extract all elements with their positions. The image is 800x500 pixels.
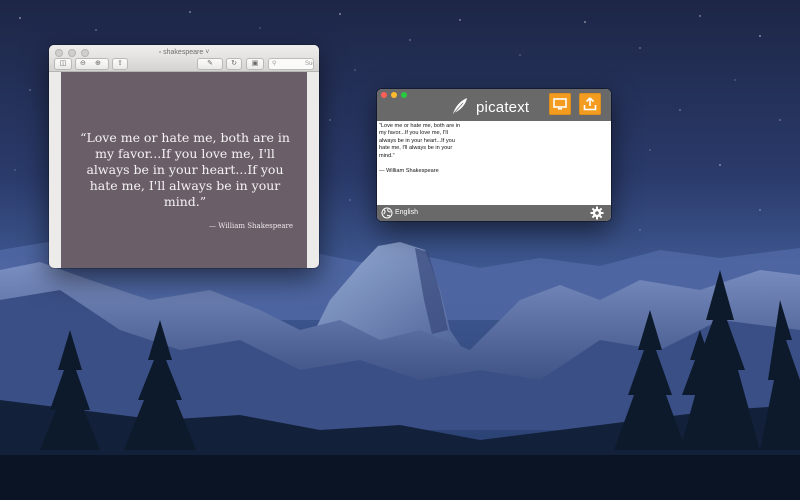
toolbox-button[interactable]: ▣ — [246, 58, 264, 70]
quote-line: always be in your heart...If you — [86, 162, 284, 177]
toolbox-icon: ▣ — [251, 60, 259, 67]
preview-window: ▫ shakespeare ˅ ◫ ⊖ ⊕ ⇧ ✎ ↻ ▣ ⚲ Suchen — [49, 45, 319, 268]
zoom-controls: ⊖ ⊕ — [75, 58, 109, 70]
picatext-header: picatext — [377, 89, 611, 121]
preview-window-title: ▫ shakespeare ˅ — [158, 49, 210, 56]
share-upload-icon — [583, 97, 597, 111]
pen-icon: ✎ — [207, 60, 213, 67]
search-field[interactable]: ⚲ Suchen — [268, 58, 314, 70]
display-button[interactable] — [549, 93, 571, 115]
text-signature: — William Shakespeare — [379, 168, 439, 175]
close-button[interactable] — [381, 92, 387, 98]
chevron-down-icon[interactable]: ˅ — [205, 49, 209, 56]
share-button[interactable]: ⇧ — [112, 58, 128, 70]
preview-toolbar: ◫ ⊖ ⊕ ⇧ ✎ ↻ ▣ ⚲ Suchen — [49, 57, 319, 72]
share-icon: ⇧ — [117, 60, 123, 67]
picatext-footer: English — [377, 205, 611, 221]
text-line: “Love me or hate me, both are in — [379, 123, 461, 129]
text-line: always be in your heart...If you — [379, 137, 455, 144]
picatext-window: picatext “Love me or hate me, both are i… — [377, 89, 611, 221]
monitor-icon — [553, 98, 567, 110]
gear-icon[interactable] — [590, 206, 604, 220]
minimize-button[interactable] — [391, 92, 397, 98]
zoom-out-icon[interactable]: ⊖ — [80, 59, 86, 69]
export-button[interactable] — [579, 93, 601, 115]
markup-button[interactable]: ✎ — [197, 58, 223, 70]
text-line: mind.” — [379, 152, 395, 159]
text-line: hate me, I'll always be in your — [379, 145, 453, 152]
app-name: picatext — [476, 99, 530, 116]
zoom-button[interactable] — [401, 92, 407, 98]
quote-line: mind.” — [163, 194, 207, 209]
sidebar-icon: ◫ — [59, 60, 67, 67]
sidebar-view-button[interactable]: ◫ — [54, 58, 72, 70]
picatext-traffic-lights — [381, 92, 407, 98]
search-placeholder: Suchen — [305, 61, 313, 67]
quote-text: “Love me or hate me, both are in my favo… — [75, 130, 295, 210]
quote-line: my favor...If you love me, I'll — [95, 146, 275, 161]
rotate-icon: ↻ — [231, 60, 237, 67]
quote-line: “Love me or hate me, both are in — [80, 130, 290, 145]
quote-line: hate me, I'll always be in your — [89, 178, 281, 193]
language-selector[interactable]: English — [395, 209, 418, 216]
search-icon: ⚲ — [272, 61, 277, 67]
recognized-text-area[interactable]: “Love me or hate me, both are in my favo… — [379, 123, 477, 175]
quote-attribution: — William Shakespeare — [208, 222, 293, 230]
document-image: “Love me or hate me, both are in my favo… — [61, 72, 307, 268]
feather-logo-icon — [453, 98, 467, 114]
document-icon: ▫ — [158, 49, 162, 56]
zoom-in-icon[interactable]: ⊕ — [95, 59, 101, 69]
rotate-button[interactable]: ↻ — [226, 58, 242, 70]
text-line: my favor...If you love me, I'll — [379, 130, 448, 137]
globe-icon[interactable] — [381, 207, 393, 219]
